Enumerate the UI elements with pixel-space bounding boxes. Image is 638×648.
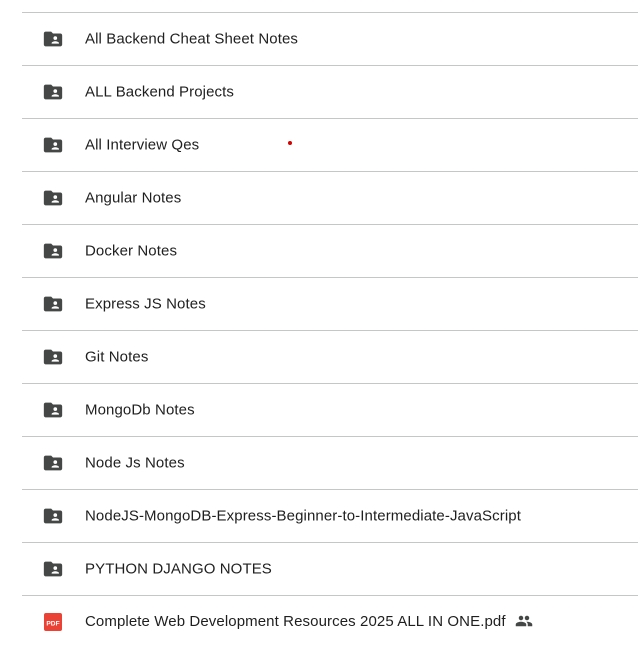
item-name: PYTHON DJANGO NOTES	[85, 560, 272, 578]
item-name: Docker Notes	[85, 242, 178, 260]
list-item[interactable]: PDF Complete Web Development Resources 2…	[22, 596, 638, 648]
list-item[interactable]: All Backend Cheat Sheet Notes	[22, 13, 638, 66]
shared-folder-icon	[42, 452, 64, 474]
shared-folder-icon	[42, 399, 64, 421]
shared-folder-icon	[42, 505, 64, 527]
list-item[interactable]: Angular Notes	[22, 172, 638, 225]
list-item[interactable]: Git Notes	[22, 331, 638, 384]
item-name: All Interview Qes	[85, 136, 200, 154]
file-list: All Backend Cheat Sheet Notes ALL Backen…	[22, 0, 638, 638]
item-name: Complete Web Development Resources 2025 …	[85, 612, 506, 630]
item-name: ALL Backend Projects	[85, 83, 235, 101]
pdf-icon: PDF	[42, 611, 64, 633]
list-item[interactable]: MongoDb Notes	[22, 384, 638, 437]
list-item[interactable]: ALL Backend Projects	[22, 66, 638, 119]
shared-folder-icon	[42, 346, 64, 368]
item-name: Git Notes	[85, 348, 149, 366]
item-name: MongoDb Notes	[85, 401, 195, 419]
shared-folder-icon	[42, 28, 64, 50]
list-item[interactable]: Docker Notes	[22, 225, 638, 278]
list-item[interactable]: Express JS Notes	[22, 278, 638, 331]
shared-folder-icon	[42, 558, 64, 580]
list-item[interactable]: Node Js Notes	[22, 437, 638, 490]
item-name: Node Js Notes	[85, 454, 185, 472]
item-name: All Backend Cheat Sheet Notes	[85, 30, 299, 48]
list-item[interactable]: All Interview Qes	[22, 119, 638, 172]
shared-folder-icon	[42, 81, 64, 103]
item-name: Angular Notes	[85, 189, 182, 207]
pdf-badge-label: PDF	[46, 620, 59, 627]
list-item[interactable]: PYTHON DJANGO NOTES	[22, 543, 638, 596]
shared-folder-icon	[42, 240, 64, 262]
shared-folder-icon	[42, 187, 64, 209]
list-item[interactable]: NodeJS-MongoDB-Express-Beginner-to-Inter…	[22, 490, 638, 543]
shared-folder-icon	[42, 134, 64, 156]
item-name: NodeJS-MongoDB-Express-Beginner-to-Inter…	[85, 507, 521, 525]
item-name-wrap: Complete Web Development Resources 2025 …	[85, 613, 533, 631]
red-dot-marker	[288, 141, 292, 145]
item-name: Express JS Notes	[85, 295, 206, 313]
people-icon	[515, 612, 533, 630]
shared-folder-icon	[42, 293, 64, 315]
